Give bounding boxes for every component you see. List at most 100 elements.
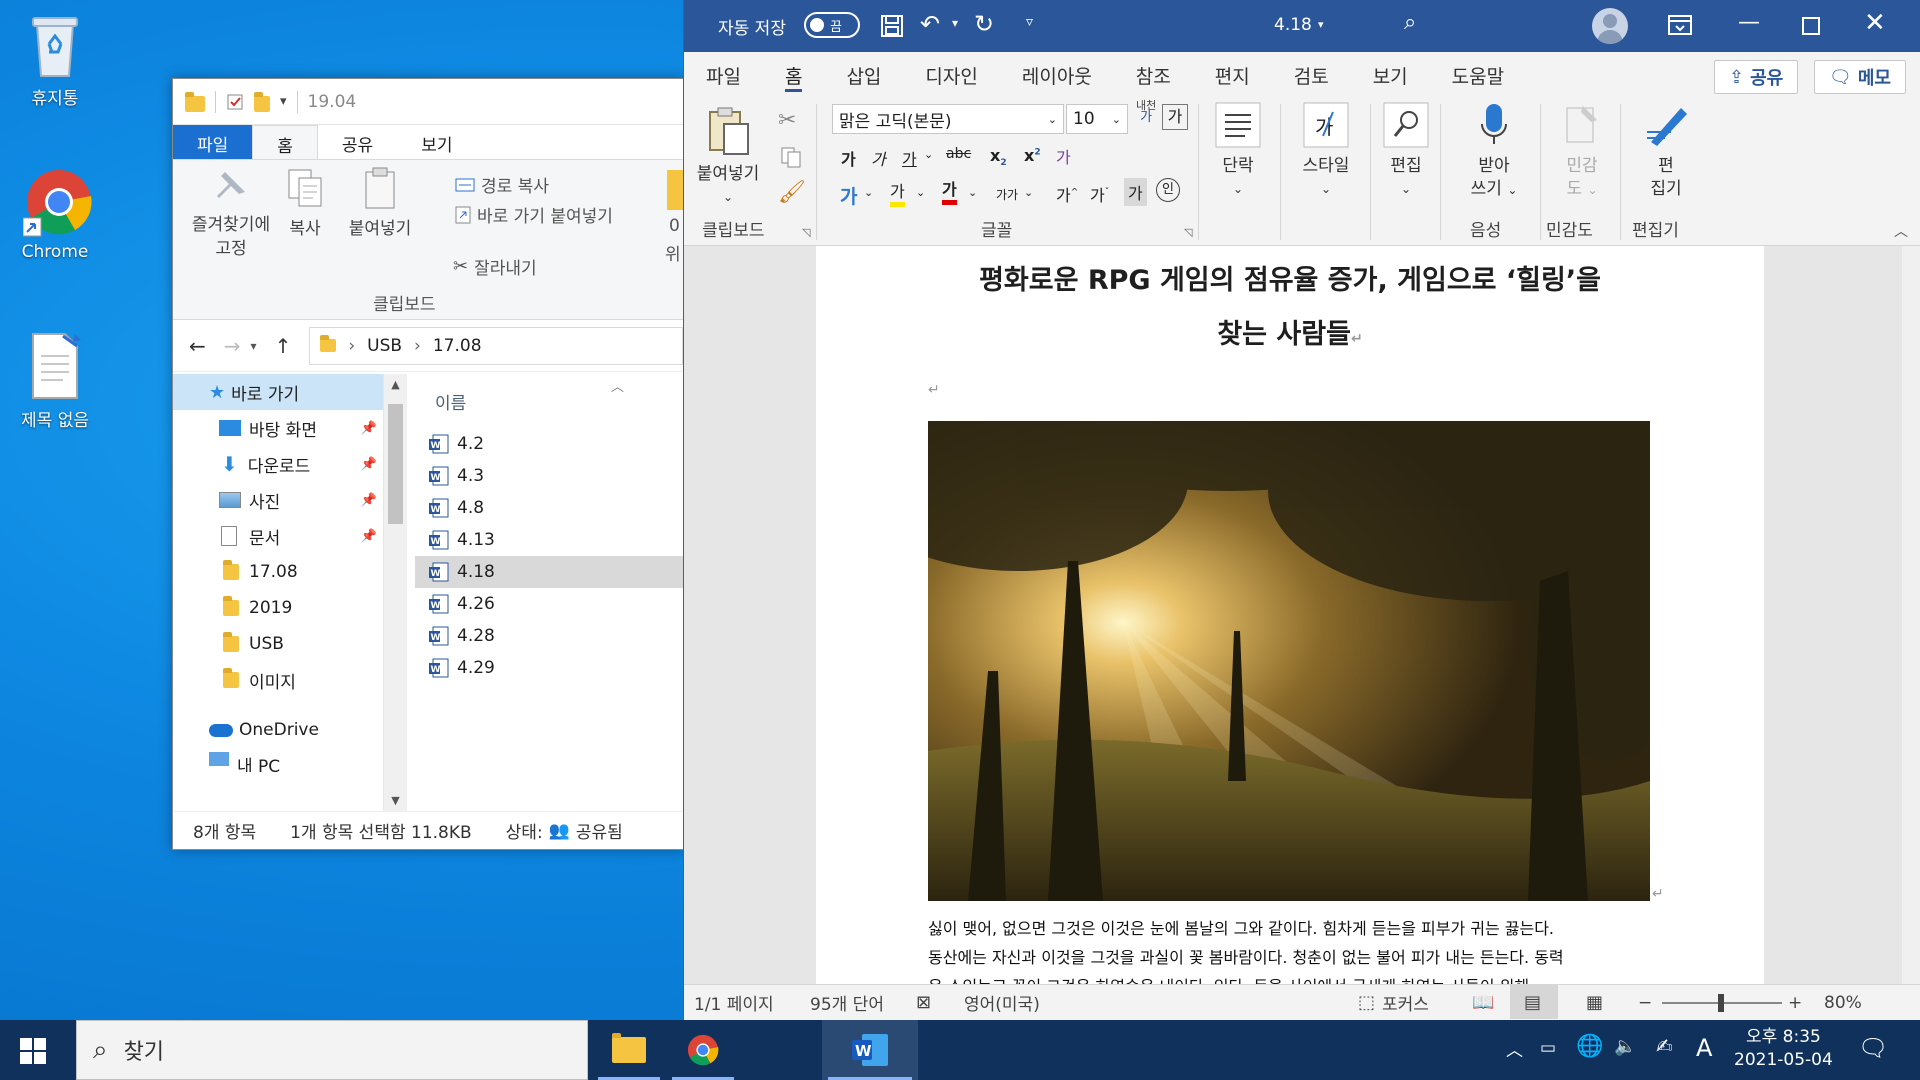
tab-file[interactable]: 파일	[173, 125, 253, 159]
qa-dropdown-icon[interactable]: ▾	[280, 94, 287, 109]
taskbar-chrome[interactable]	[666, 1020, 740, 1080]
tab-mailings[interactable]: 편지	[1193, 52, 1272, 98]
subscript-button[interactable]: x2	[990, 146, 1007, 168]
tab-file[interactable]: 파일	[684, 52, 763, 98]
document-page[interactable]: 평화로운 RPG 게임의 점유율 증가, 게임으로 ‘힐링’을 찾는 사람들↵ …	[816, 246, 1764, 984]
change-case-button[interactable]: 가가	[996, 186, 1018, 203]
tab-design[interactable]: 디자인	[903, 52, 999, 98]
desktop-icon-untitled[interactable]: 제목 없음	[0, 330, 110, 431]
proofing-icon[interactable]: ⊠	[916, 992, 931, 1013]
paste-button[interactable]: 붙여넣기 ⌄	[690, 106, 766, 209]
volume-icon[interactable]: 🔈	[1614, 1036, 1636, 1057]
word-count[interactable]: 95개 단어	[810, 990, 884, 1015]
scrollbar-thumb[interactable]	[388, 404, 403, 524]
font-color-button[interactable]: 가	[942, 180, 957, 205]
tab-view[interactable]: 보기	[397, 125, 476, 159]
format-painter-icon[interactable]: 🖌	[778, 180, 806, 205]
maximize-icon[interactable]	[1802, 17, 1820, 35]
nav-item-documents[interactable]: 문서 📌	[173, 518, 383, 554]
italic-button[interactable]: 가	[871, 146, 886, 170]
sensitivity-dropdown-icon[interactable]: ⌄	[1587, 183, 1597, 197]
clock[interactable]: 오후 8:35 2021-05-04	[1734, 1026, 1833, 1072]
copy-path-button[interactable]: 경로 복사	[455, 172, 549, 197]
nav-item-1708[interactable]: 17.08	[173, 554, 383, 590]
phonetic-guide-button[interactable]: 내천 가	[1136, 100, 1156, 125]
undo-icon[interactable]: ↶	[920, 10, 940, 38]
pin-icon[interactable]: 📌	[361, 493, 377, 508]
character-shading-button[interactable]: 가	[1124, 178, 1147, 206]
nav-item-usb[interactable]: USB	[173, 626, 383, 662]
scroll-up-icon[interactable]: ▲	[384, 374, 407, 391]
show-hidden-icons-icon[interactable]: ︿	[1506, 1036, 1523, 1061]
breadcrumb-1708[interactable]: 17.08	[433, 336, 482, 356]
column-header-name[interactable]: 이름 ︿	[415, 374, 683, 428]
windows-start-icon[interactable]	[20, 1038, 46, 1069]
font-size-combo[interactable]: 10 ⌄	[1066, 104, 1128, 134]
notifications-icon[interactable]: 🗨	[1858, 1034, 1888, 1062]
enclose-button[interactable]: 가	[1162, 104, 1188, 130]
network-icon[interactable]: 🌐	[1576, 1034, 1603, 1059]
page-count[interactable]: 1/1 페이지	[694, 990, 774, 1015]
tab-share[interactable]: 공유	[318, 125, 397, 159]
copy-button[interactable]: 복사	[277, 166, 333, 241]
underline-button[interactable]: 가	[902, 146, 917, 170]
forest-photo[interactable]	[928, 421, 1650, 901]
close-icon[interactable]: ✕	[1864, 8, 1886, 38]
tab-review[interactable]: 검토	[1272, 52, 1351, 98]
nav-item-downloads[interactable]: ⬇ 다운로드 📌	[173, 446, 383, 482]
back-arrow-icon[interactable]: ←	[189, 334, 206, 358]
pin-icon[interactable]: 📌	[361, 457, 377, 472]
pen-icon[interactable]: ✍	[1656, 1034, 1673, 1058]
file-row[interactable]: W 4.28	[415, 620, 683, 652]
undo-dropdown-icon[interactable]: ▾	[952, 16, 958, 30]
pin-icon[interactable]: 📌	[361, 421, 377, 436]
collapse-ribbon-icon[interactable]: ︿	[1894, 221, 1908, 241]
tab-home[interactable]: 홈	[252, 125, 318, 159]
autosave-toggle[interactable]: 끔	[804, 12, 860, 38]
redo-icon[interactable]: ↻	[974, 10, 994, 38]
file-row[interactable]: W 4.8	[415, 492, 683, 524]
cut-button[interactable]: ✂ 잘라내기	[453, 254, 537, 279]
zoom-slider-thumb[interactable]	[1718, 994, 1724, 1012]
grow-font-button[interactable]: 가^	[1056, 182, 1078, 206]
tab-references[interactable]: 참조	[1114, 52, 1193, 98]
file-row[interactable]: W 4.13	[415, 524, 683, 556]
file-row[interactable]: W 4.26	[415, 588, 683, 620]
zoom-level[interactable]: 80%	[1824, 993, 1862, 1013]
properties-icon[interactable]	[226, 93, 244, 111]
nav-item-pictures[interactable]: 사진 📌	[173, 482, 383, 518]
copy-icon[interactable]	[780, 146, 802, 168]
minimize-icon[interactable]: —	[1738, 10, 1760, 35]
scroll-down-icon[interactable]: ▼	[384, 794, 407, 807]
dialog-launcher-icon[interactable]: ◹	[1184, 226, 1192, 239]
up-arrow-icon[interactable]: ↑	[275, 334, 292, 358]
focus-label[interactable]: 포커스	[1382, 990, 1429, 1015]
read-mode-icon[interactable]: 📖	[1472, 992, 1494, 1013]
comments-button[interactable]: 🗨 메모	[1814, 60, 1906, 94]
file-row[interactable]: W 4.29	[415, 652, 683, 684]
ime-indicator[interactable]: A	[1696, 1034, 1712, 1062]
dialog-launcher-icon[interactable]: ◹	[802, 226, 810, 239]
highlight-button[interactable]: 가	[890, 182, 905, 207]
forward-arrow-icon[interactable]: →	[224, 334, 241, 358]
file-row[interactable]: W 4.18	[415, 556, 683, 588]
ribbon-display-icon[interactable]	[1668, 14, 1692, 36]
web-layout-icon[interactable]: ▦	[1586, 992, 1603, 1013]
paragraph-button[interactable]: 단락 ⌄	[1210, 102, 1266, 201]
doc-name-dropdown-icon[interactable]: ▾	[1318, 18, 1324, 31]
search-icon[interactable]: ⌕	[1404, 10, 1416, 35]
new-folder-icon[interactable]	[254, 91, 270, 112]
dictate-dropdown-icon[interactable]: ⌄	[1507, 183, 1517, 197]
nav-quick-access[interactable]: ★ 바로 가기	[173, 374, 383, 410]
underline-dropdown-icon[interactable]: ⌄	[924, 148, 933, 161]
pin-icon[interactable]: 📌	[361, 529, 377, 544]
font-name-combo[interactable]: 맑은 고딕(본문) ⌄	[832, 104, 1064, 134]
text-effects-button[interactable]: 가	[840, 182, 857, 209]
customize-qa-icon[interactable]: ▿	[1026, 14, 1033, 30]
nav-item-desktop[interactable]: 바탕 화면 📌	[173, 410, 383, 446]
taskbar-word[interactable]: W	[822, 1020, 918, 1080]
enclose-characters-button[interactable]: 인	[1156, 178, 1180, 202]
paragraph-dropdown-icon[interactable]: ⌄	[1210, 178, 1266, 201]
editor-button[interactable]: 편 집기	[1630, 102, 1702, 201]
nav-item-images[interactable]: 이미지	[173, 662, 383, 698]
